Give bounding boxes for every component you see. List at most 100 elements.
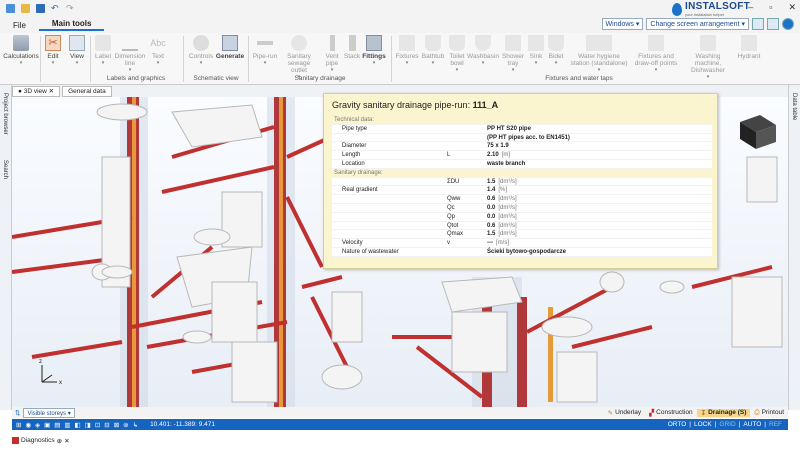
bidet-button[interactable]: Bidet ▾ bbox=[546, 35, 566, 67]
popup-row: Real gradient 1.4 [%] bbox=[332, 186, 712, 196]
settings-icon[interactable] bbox=[767, 18, 779, 30]
fixtures-button[interactable]: Fixtures ▾ bbox=[394, 35, 420, 67]
save-icon[interactable] bbox=[36, 4, 45, 13]
washing-machine[interactable] bbox=[231, 341, 278, 403]
vent-pipe-button[interactable]: Vent pipe ▾ bbox=[321, 35, 343, 74]
tab-general-data[interactable]: General data bbox=[62, 85, 112, 97]
row-unit: [dm³/s] bbox=[498, 222, 517, 229]
edit-button[interactable]: ✂ Edit ▾ bbox=[43, 35, 63, 67]
bidet-label: Bidet bbox=[548, 53, 564, 60]
maximize-icon[interactable]: ▫ bbox=[769, 2, 772, 13]
lock-toggle[interactable]: LOCK bbox=[691, 421, 715, 428]
layout-icon[interactable] bbox=[752, 18, 764, 30]
menu-main-tools[interactable]: Main tools bbox=[38, 19, 105, 31]
washbasin[interactable] bbox=[96, 103, 148, 121]
view-cube[interactable] bbox=[740, 115, 776, 149]
sink-icon bbox=[528, 35, 544, 51]
row-value: waste branch bbox=[487, 160, 526, 167]
stack-pipe[interactable] bbox=[517, 297, 527, 407]
dimension-line-button[interactable]: Dimension line ▾ bbox=[115, 35, 145, 74]
pin-icon[interactable]: ⊕ bbox=[57, 437, 62, 445]
water-hygiene-button[interactable]: Water hygiene station (standalone) ▾ bbox=[568, 35, 630, 74]
screen-arrangement-label: Change screen arrangement bbox=[650, 21, 740, 28]
row-symbol: Qmax bbox=[447, 231, 464, 238]
open-folder-icon[interactable] bbox=[21, 4, 30, 13]
washing-machine[interactable] bbox=[211, 281, 258, 343]
vent-pipe[interactable] bbox=[279, 97, 283, 407]
auto-toggle[interactable]: AUTO bbox=[740, 421, 764, 428]
washbasin[interactable] bbox=[659, 280, 685, 294]
sanitary-outlet-label: Sanitary sewage outlet bbox=[287, 53, 311, 74]
vent-pipe[interactable] bbox=[132, 97, 136, 407]
row-symbol: v bbox=[447, 240, 450, 247]
row-unit bbox=[525, 161, 528, 167]
label-button[interactable]: Label ▾ bbox=[92, 35, 114, 67]
fittings-icon bbox=[366, 35, 382, 51]
controls-button[interactable]: Controls ▾ bbox=[186, 35, 216, 67]
row-label: Real gradient bbox=[342, 187, 378, 194]
storey-up-icon[interactable]: ⇅ bbox=[12, 409, 23, 417]
svg-text:x: x bbox=[59, 380, 62, 386]
washing-machine[interactable] bbox=[556, 351, 598, 403]
washbasin[interactable] bbox=[541, 316, 593, 338]
minimize-icon[interactable]: – bbox=[748, 2, 753, 13]
hydrant-button[interactable]: Hydrant bbox=[736, 35, 762, 60]
toilet-bowl[interactable] bbox=[599, 271, 625, 293]
view-button[interactable]: View ▾ bbox=[67, 35, 87, 67]
construction-icon: ▞ bbox=[649, 409, 655, 417]
row-value-cell: (PP HT pipes acc. to EN1451) bbox=[487, 134, 707, 142]
sink-button[interactable]: Sink ▾ bbox=[527, 35, 545, 67]
generate-button[interactable]: Generate bbox=[216, 35, 244, 60]
tab-3d-view[interactable]: ● 3D view ✕ bbox=[12, 85, 61, 97]
text-button[interactable]: Abc Text ▾ bbox=[146, 35, 170, 67]
vent-pipe-label: Vent pipe bbox=[325, 53, 339, 67]
redo-icon[interactable]: ↷ bbox=[66, 4, 75, 13]
toilet-bowl[interactable] bbox=[193, 228, 231, 246]
fittings-button[interactable]: Fittings ▾ bbox=[362, 35, 386, 67]
menu-file[interactable]: File bbox=[0, 21, 39, 30]
bathtub-button[interactable]: Bathtub ▾ bbox=[420, 35, 446, 67]
visible-storeys-dropdown[interactable]: Visible storeys ▾ bbox=[23, 407, 75, 418]
undo-icon[interactable]: ↶ bbox=[51, 4, 60, 13]
row-value-cell: 0.0 [dm³/s] bbox=[487, 213, 707, 221]
toilet-bowl-button[interactable]: Toilet bowl ▾ bbox=[446, 35, 468, 74]
windows-dropdown[interactable]: Windows ▾ bbox=[601, 18, 644, 30]
project-browser-tab[interactable]: Project browser bbox=[2, 93, 8, 135]
layer-drainage[interactable]: ↧ Drainage (S) bbox=[696, 408, 751, 417]
row-value: Ścieki bytowo-gospodarcze bbox=[487, 248, 567, 255]
calculations-button[interactable]: Calculations ▾ bbox=[3, 35, 39, 67]
close-icon[interactable]: ✕ bbox=[64, 437, 69, 445]
data-table-tab[interactable]: Data table bbox=[791, 93, 797, 120]
cabinet[interactable] bbox=[331, 291, 363, 343]
ribbon: Calculations ▾ ✂ Edit ▾ View ▾ Label ▾ Dimen… bbox=[0, 33, 800, 85]
help-icon[interactable] bbox=[782, 18, 794, 30]
new-file-icon[interactable] bbox=[6, 4, 15, 13]
stack-button[interactable]: Stack bbox=[343, 35, 361, 60]
bathtub[interactable] bbox=[171, 104, 263, 148]
status-tool-icons[interactable]: ⊞◉◈▣▤▥◧◨⊡⊟⊠⊚↳ bbox=[12, 421, 142, 429]
layer-construction[interactable]: ▞ Construction bbox=[645, 409, 697, 417]
washbasin[interactable] bbox=[182, 330, 212, 344]
washbasin[interactable] bbox=[101, 265, 133, 279]
shower-tray-base[interactable] bbox=[451, 311, 508, 373]
row-symbol bbox=[447, 160, 487, 168]
pipe-run-button[interactable]: Pipe-run ▾ bbox=[251, 35, 279, 67]
ref-toggle[interactable]: REF bbox=[766, 421, 788, 428]
row-unit: [m/s] bbox=[496, 240, 509, 247]
washbasin-button[interactable]: Washbasin ▾ bbox=[467, 35, 499, 67]
fixtures-drawoff-button[interactable]: Fixtures and draw-off points ▾ bbox=[632, 35, 680, 74]
layer-underlay[interactable]: ✎ Underlay bbox=[604, 409, 645, 417]
washing-machine[interactable] bbox=[731, 276, 783, 348]
close-icon[interactable]: ✕ bbox=[788, 2, 796, 13]
toilet-bowl[interactable] bbox=[321, 364, 363, 390]
row-unit bbox=[509, 143, 512, 149]
shower-tray-button[interactable]: Shower tray ▾ bbox=[500, 35, 526, 74]
orto-toggle[interactable]: ORTO bbox=[665, 421, 690, 428]
layer-printout[interactable]: ⎙ Printout bbox=[750, 409, 788, 417]
search-tab[interactable]: Search bbox=[2, 160, 8, 179]
generate-icon bbox=[222, 35, 238, 51]
washing-machine[interactable] bbox=[746, 156, 778, 203]
screen-arrangement-dropdown[interactable]: Change screen arrangement ▾ bbox=[646, 18, 749, 30]
diagnostics-tab[interactable]: Diagnostics ⊕ ✕ bbox=[12, 435, 72, 446]
grid-toggle[interactable]: GRID bbox=[716, 421, 738, 428]
